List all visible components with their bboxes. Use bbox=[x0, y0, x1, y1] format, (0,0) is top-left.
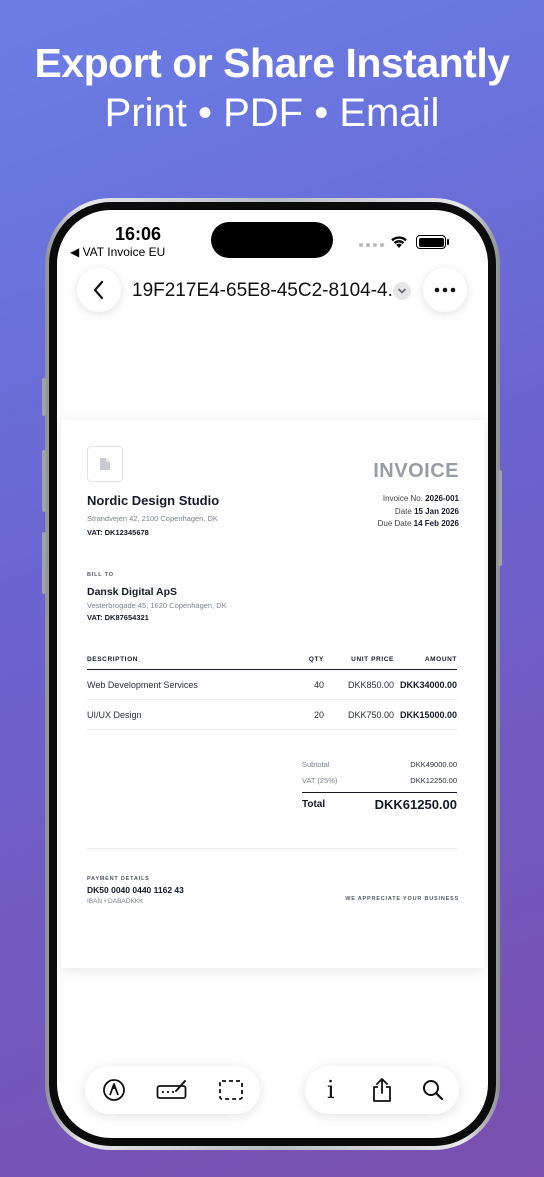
search-button[interactable] bbox=[413, 1070, 453, 1110]
table-header: DESCRIPTION QTY UNIT PRICE AMOUNT bbox=[87, 656, 457, 670]
payment-details-label: PAYMENT DETAILS bbox=[87, 876, 150, 882]
markup-toolbar bbox=[85, 1066, 260, 1114]
info-button[interactable]: i bbox=[311, 1070, 351, 1110]
company-name: Nordic Design Studio bbox=[87, 493, 220, 508]
column-header: DESCRIPTION bbox=[87, 656, 139, 663]
dynamic-island bbox=[211, 222, 333, 258]
due-date-label: Due Date bbox=[377, 519, 412, 528]
invoice-date-label: Date bbox=[394, 506, 412, 516]
item-amount: DKK34000.00 bbox=[399, 679, 457, 690]
item-description: UI/UX Design bbox=[87, 709, 142, 720]
status-time: 16:06 bbox=[115, 224, 162, 244]
invoice-number-label: Invoice No. bbox=[382, 494, 423, 503]
marketing-headline: Export or Share Instantly Print • PDF • … bbox=[0, 38, 544, 136]
vat-value: DKK12250.00 bbox=[410, 775, 457, 785]
document-icon bbox=[100, 458, 110, 470]
total-label: Total bbox=[302, 799, 326, 810]
chevron-down-icon bbox=[398, 288, 406, 294]
bill-to-label: BILL TO bbox=[87, 572, 114, 578]
search-icon bbox=[423, 1080, 444, 1101]
table-row: UI/UX Design 20 DKK750.00 DKK15000.00 bbox=[87, 700, 457, 730]
item-qty: 20 bbox=[313, 709, 324, 720]
payment-bank-code: IBAN • DABADKKK bbox=[87, 898, 144, 905]
signature-button[interactable] bbox=[152, 1070, 192, 1110]
client-name: Dansk Digital ApS bbox=[87, 586, 178, 598]
volume-up-button bbox=[42, 450, 46, 512]
title-menu-button[interactable] bbox=[393, 282, 411, 300]
line-items-table: DESCRIPTION QTY UNIT PRICE AMOUNT Web De… bbox=[87, 656, 457, 730]
share-icon bbox=[373, 1078, 391, 1102]
back-to-app-link[interactable]: ◀ VAT Invoice EU bbox=[70, 245, 165, 259]
total-value: DKK61250.00 bbox=[374, 797, 457, 812]
document-title[interactable]: 19F217E4-65E8-45C2-8104-4... bbox=[132, 280, 392, 302]
markup-button[interactable] bbox=[94, 1070, 134, 1110]
table-row: Web Development Services 40 DKK850.00 DK… bbox=[87, 670, 457, 700]
markup-pen-icon bbox=[103, 1079, 126, 1101]
vat-label: VAT (25%) bbox=[302, 775, 338, 785]
share-button[interactable] bbox=[362, 1070, 402, 1110]
company-logo-placeholder bbox=[87, 446, 123, 482]
invoice-page: Nordic Design Studio Strandvejen 42, 210… bbox=[61, 420, 485, 968]
invoice-date: 15 Jan 2026 bbox=[414, 506, 459, 516]
volume-down-button bbox=[42, 532, 46, 594]
item-unit-price: DKK850.00 bbox=[347, 679, 394, 690]
invoice-number: 2026-001 bbox=[425, 494, 459, 503]
info-icon: i bbox=[326, 1076, 335, 1104]
action-button bbox=[42, 378, 46, 416]
thank-you-note: WE APPRECIATE YOUR BUSINESS bbox=[345, 896, 459, 902]
battery-icon bbox=[416, 235, 446, 249]
item-description: Web Development Services bbox=[87, 679, 198, 690]
item-amount: DKK15000.00 bbox=[399, 709, 457, 720]
item-unit-price: DKK750.00 bbox=[347, 709, 394, 720]
payment-iban: DK50 0040 0440 1162 43 bbox=[87, 885, 184, 895]
more-button[interactable] bbox=[423, 268, 467, 312]
item-qty: 40 bbox=[313, 679, 324, 690]
back-button[interactable] bbox=[77, 268, 121, 312]
client-address: Vesterbrogade 45, 1620 Copenhagen, DK bbox=[87, 601, 227, 610]
phone-screen: 16:06 ◀ VAT Invoice EU 19F217E4-65E8-45C… bbox=[57, 210, 488, 1138]
cellular-signal-icon bbox=[359, 243, 384, 247]
headline-subtitle: Print • PDF • Email bbox=[104, 91, 440, 135]
column-header: QTY bbox=[308, 656, 324, 663]
wifi-icon bbox=[391, 236, 407, 248]
selection-icon bbox=[218, 1080, 243, 1100]
due-date: 14 Feb 2026 bbox=[413, 519, 459, 528]
ellipsis-icon bbox=[434, 287, 456, 293]
headline-title: Export or Share Instantly bbox=[34, 40, 510, 86]
signature-icon bbox=[157, 1080, 187, 1099]
selection-button[interactable] bbox=[211, 1070, 251, 1110]
totals-block: Subtotal DKK49000.00 VAT (25%) DKK12250.… bbox=[302, 756, 457, 812]
vat-row: VAT (25%) DKK12250.00 bbox=[302, 772, 457, 788]
chevron-left-icon bbox=[93, 280, 104, 300]
invoice-meta: Invoice No. 2026-001 Date 15 Jan 2026 Du… bbox=[378, 493, 459, 531]
column-header: UNIT PRICE bbox=[351, 656, 394, 663]
power-button bbox=[498, 470, 502, 566]
subtotal-value: DKK49000.00 bbox=[410, 759, 457, 769]
footer-divider bbox=[87, 848, 457, 849]
company-address: Strandvejen 42, 2100 Copenhagen, DK bbox=[87, 514, 218, 523]
column-header: AMOUNT bbox=[424, 656, 457, 663]
invoice-title: INVOICE bbox=[373, 460, 459, 482]
total-row: Total DKK61250.00 bbox=[302, 792, 457, 812]
subtotal-label: Subtotal bbox=[302, 759, 330, 769]
client-vat: VAT: DK87654321 bbox=[87, 613, 149, 622]
company-vat: VAT: DK12345678 bbox=[87, 528, 149, 537]
subtotal-row: Subtotal DKK49000.00 bbox=[302, 756, 457, 772]
document-toolbar: i bbox=[305, 1066, 459, 1114]
